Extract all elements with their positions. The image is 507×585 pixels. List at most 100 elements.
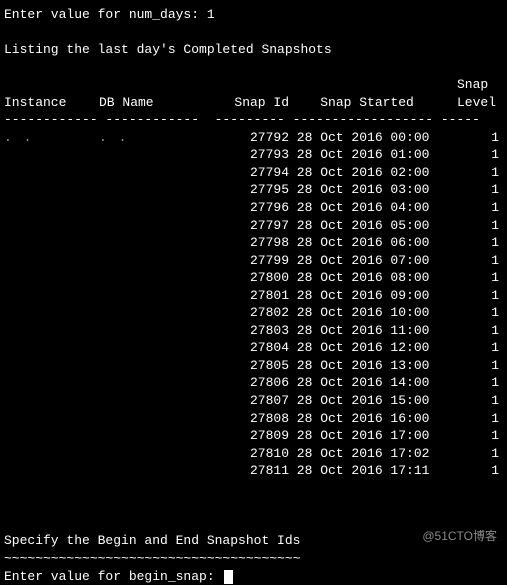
cell-instance <box>4 252 99 270</box>
cell-snapid: 27795 <box>209 181 289 199</box>
table-row: 27808 28 Oct 2016 16:001 <box>4 410 503 428</box>
cell-started: 28 Oct 2016 02:00 <box>289 164 449 182</box>
hdr-level-top: Snap <box>449 76 499 94</box>
cell-started: 28 Oct 2016 10:00 <box>289 304 449 322</box>
cell-snapid: 27800 <box>209 269 289 287</box>
cell-instance <box>4 234 99 252</box>
cell-snapid: 27801 <box>209 287 289 305</box>
num-days-label: Enter value for num_days: <box>4 7 207 22</box>
cell-started: 28 Oct 2016 11:00 <box>289 322 449 340</box>
cell-snapid: 27805 <box>209 357 289 375</box>
table-row: . .. .27792 28 Oct 2016 00:001 <box>4 129 503 147</box>
cell-snapid: 27796 <box>209 199 289 217</box>
cell-dbname <box>99 287 209 305</box>
cell-instance <box>4 269 99 287</box>
cell-instance <box>4 392 99 410</box>
table-row: 27801 28 Oct 2016 09:001 <box>4 287 503 305</box>
begin-snap-label: Enter value for begin_snap: <box>4 569 222 584</box>
cell-started: 28 Oct 2016 17:00 <box>289 427 449 445</box>
cell-instance <box>4 462 99 480</box>
table-row: 27811 28 Oct 2016 17:111 <box>4 462 503 480</box>
cursor-icon <box>224 570 233 584</box>
cell-instance <box>4 287 99 305</box>
table-row: 27799 28 Oct 2016 07:001 <box>4 252 503 270</box>
cell-started: 28 Oct 2016 01:00 <box>289 146 449 164</box>
listing-title: Listing the last day's Completed Snapsho… <box>4 41 503 59</box>
cell-dbname <box>99 392 209 410</box>
cell-started: 28 Oct 2016 17:02 <box>289 445 449 463</box>
specify-divider: ~~~~~~~~~~~~~~~~~~~~~~~~~~~~~~~~~~~~~~ <box>4 550 503 568</box>
table-row: 27796 28 Oct 2016 04:001 <box>4 199 503 217</box>
num-days-value: 1 <box>207 7 215 22</box>
header-divider: ------------ ------------ --------- ----… <box>4 111 503 129</box>
cell-started: 28 Oct 2016 14:00 <box>289 374 449 392</box>
cell-level: 1 <box>449 199 499 217</box>
cell-started: 28 Oct 2016 06:00 <box>289 234 449 252</box>
cell-level: 1 <box>449 287 499 305</box>
begin-snap-prompt[interactable]: Enter value for begin_snap: <box>4 568 503 585</box>
cell-dbname <box>99 462 209 480</box>
cell-dbname <box>99 322 209 340</box>
cell-instance <box>4 199 99 217</box>
table-row: 27807 28 Oct 2016 15:001 <box>4 392 503 410</box>
cell-dbname <box>99 269 209 287</box>
cell-level: 1 <box>449 410 499 428</box>
table-row: 27809 28 Oct 2016 17:001 <box>4 427 503 445</box>
cell-started: 28 Oct 2016 07:00 <box>289 252 449 270</box>
cell-instance: . . <box>4 129 99 147</box>
cell-instance <box>4 410 99 428</box>
blank-line <box>4 59 503 77</box>
table-row: 27804 28 Oct 2016 12:001 <box>4 339 503 357</box>
cell-level: 1 <box>449 304 499 322</box>
cell-snapid: 27799 <box>209 252 289 270</box>
hdr-instance: Instance <box>4 94 99 112</box>
cell-snapid: 27797 <box>209 217 289 235</box>
cell-dbname <box>99 234 209 252</box>
cell-level: 1 <box>449 252 499 270</box>
cell-level: 1 <box>449 217 499 235</box>
table-row: 27800 28 Oct 2016 08:001 <box>4 269 503 287</box>
cell-started: 28 Oct 2016 00:00 <box>289 129 449 147</box>
cell-snapid: 27809 <box>209 427 289 445</box>
table-row: 27805 28 Oct 2016 13:001 <box>4 357 503 375</box>
cell-level: 1 <box>449 129 499 147</box>
table-row: 27802 28 Oct 2016 10:001 <box>4 304 503 322</box>
cell-level: 1 <box>449 339 499 357</box>
hdr-started: Snap Started <box>289 94 449 112</box>
cell-level: 1 <box>449 322 499 340</box>
cell-started: 28 Oct 2016 13:00 <box>289 357 449 375</box>
cell-started: 28 Oct 2016 04:00 <box>289 199 449 217</box>
cell-snapid: 27792 <box>209 129 289 147</box>
cell-dbname: . . <box>99 129 209 147</box>
cell-snapid: 27794 <box>209 164 289 182</box>
cell-level: 1 <box>449 427 499 445</box>
cell-level: 1 <box>449 164 499 182</box>
cell-snapid: 27808 <box>209 410 289 428</box>
cell-level: 1 <box>449 392 499 410</box>
cell-instance <box>4 357 99 375</box>
hdr-dbname: DB Name <box>99 94 209 112</box>
table-row: 27797 28 Oct 2016 05:001 <box>4 217 503 235</box>
hdr-started-blank <box>289 76 449 94</box>
hdr-dbname-blank <box>99 76 209 94</box>
hdr-level: Level <box>449 94 499 112</box>
hdr-snapid-blank <box>209 76 289 94</box>
cell-started: 28 Oct 2016 17:11 <box>289 462 449 480</box>
table-row: 27803 28 Oct 2016 11:001 <box>4 322 503 340</box>
table-row: 27798 28 Oct 2016 06:001 <box>4 234 503 252</box>
cell-dbname <box>99 304 209 322</box>
header-row-1: Snap <box>4 76 503 94</box>
cell-instance <box>4 322 99 340</box>
hdr-instance-blank <box>4 76 99 94</box>
table-row: 27793 28 Oct 2016 01:001 <box>4 146 503 164</box>
cell-dbname <box>99 445 209 463</box>
cell-dbname <box>99 146 209 164</box>
cell-instance <box>4 445 99 463</box>
cell-instance <box>4 427 99 445</box>
cell-dbname <box>99 252 209 270</box>
table-row: 27810 28 Oct 2016 17:021 <box>4 445 503 463</box>
snapshot-table-body: . .. .27792 28 Oct 2016 00:00127793 28 O… <box>4 129 503 480</box>
cell-started: 28 Oct 2016 05:00 <box>289 217 449 235</box>
cell-level: 1 <box>449 234 499 252</box>
header-row-2: Instance DB Name Snap Id Snap Started Le… <box>4 94 503 112</box>
